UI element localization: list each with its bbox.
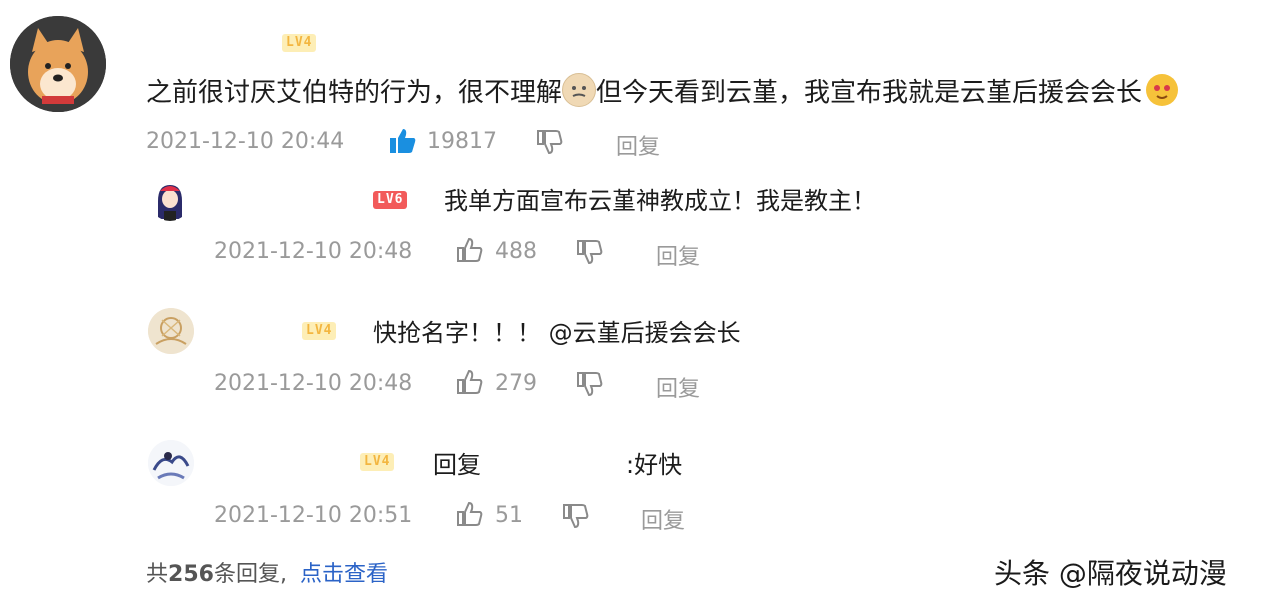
comment-timestamp: 2021-12-10 20:44	[146, 129, 345, 154]
dislike-button[interactable]	[562, 502, 590, 530]
thumbs-up-icon	[457, 237, 483, 262]
dislike-button[interactable]	[536, 128, 564, 156]
anime-avatar-image	[158, 185, 182, 221]
like-count: 19817	[427, 129, 497, 154]
dislike-button[interactable]	[576, 238, 604, 266]
reply-text: 我单方面宣布云堇神教成立！我是教主！	[444, 187, 876, 215]
cat-face-emoji-icon	[1146, 74, 1179, 106]
reply-timestamp: 2021-12-10 20:48	[214, 371, 413, 396]
reply-avatar[interactable]	[148, 308, 194, 354]
like-count: 279	[495, 371, 537, 396]
level-badge: LV4	[360, 453, 395, 471]
reply-count-summary: 共256条回复, 点击查看	[146, 556, 388, 588]
reply-avatar[interactable]	[150, 181, 190, 221]
like-button[interactable]	[388, 126, 418, 156]
level-badge: LV6	[373, 191, 408, 209]
dislike-button[interactable]	[576, 370, 604, 398]
comment-text: 之前很讨厌艾伯特的行为，很不理解 但今天看到云堇，我宣布我就是云堇后援会会长	[146, 72, 1179, 109]
reply-text: 快抢名字！！！ @云堇后援会会长	[373, 319, 741, 347]
reply-button[interactable]: 回复	[616, 129, 660, 161]
illustration-avatar-image	[148, 440, 194, 486]
level-badge: LV4	[302, 322, 337, 340]
level-badge: LV4	[282, 34, 317, 52]
reply-button[interactable]: 回复	[656, 371, 700, 403]
comment-text-part-1: 之前很讨厌艾伯特的行为，很不理解	[146, 78, 563, 108]
shiba-avatar-image	[10, 16, 106, 112]
reply-to-label: 回复	[433, 451, 481, 479]
reply-timestamp: 2021-12-10 20:51	[214, 503, 413, 528]
reply-text: :好快	[626, 451, 683, 479]
sketch-avatar-image	[148, 308, 194, 354]
reply-button[interactable]: 回复	[656, 239, 700, 271]
thumbs-down-icon	[577, 240, 603, 265]
thumbs-down-icon	[577, 372, 603, 397]
like-button[interactable]	[456, 500, 484, 528]
thumbs-down-icon	[537, 130, 563, 155]
avatar[interactable]	[10, 16, 106, 112]
thumbs-up-icon	[457, 369, 483, 394]
like-count: 488	[495, 239, 537, 264]
like-button[interactable]	[456, 368, 484, 396]
watermark: 头条 @隔夜说动漫	[994, 557, 1227, 590]
reply-count-suffix: 条回复,	[213, 562, 287, 587]
smug-face-emoji-icon	[562, 73, 597, 107]
thumbs-up-icon	[457, 501, 483, 526]
reply-count-number: 256	[168, 562, 214, 587]
like-count: 51	[495, 503, 523, 528]
reply-button[interactable]: 回复	[641, 503, 685, 535]
reply-count-prefix: 共	[146, 562, 169, 587]
reply-avatar[interactable]	[148, 440, 194, 486]
view-replies-link[interactable]: 点击查看	[300, 562, 388, 587]
thumbs-down-icon	[563, 504, 589, 529]
thumbs-up-filled-icon	[390, 129, 416, 153]
comment-text-part-2: 但今天看到云堇，我宣布我就是云堇后援会会长	[596, 78, 1143, 108]
reply-timestamp: 2021-12-10 20:48	[214, 239, 413, 264]
like-button[interactable]	[456, 236, 484, 264]
